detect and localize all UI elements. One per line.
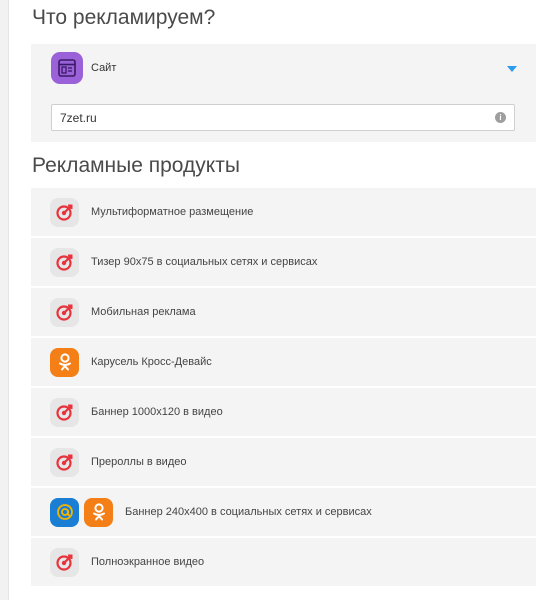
info-icon[interactable]: i [495,112,506,123]
product-item-mobile[interactable]: Мобильная реклама [31,288,536,338]
mail-at-icon [50,497,79,527]
target-icon [50,197,79,227]
target-icon [50,397,79,427]
product-label: Прероллы в видео [91,456,187,468]
product-item-preroll[interactable]: Прероллы в видео [31,438,536,488]
product-item-teaser[interactable]: Тизер 90x75 в социальных сетях и сервиса… [31,238,536,288]
object-type-selector[interactable]: Сайт [51,52,116,84]
site-icon [51,52,83,84]
product-label: Полноэкранное видео [91,556,205,568]
target-icon [50,547,79,577]
product-item-banner-video[interactable]: Баннер 1000x120 в видео [31,388,536,438]
url-input[interactable] [52,105,498,130]
product-label: Карусель Кросс-Девайс [91,356,212,368]
left-edge-rule [0,0,9,600]
product-item-multiformat[interactable]: Мультиформатное размещение [31,188,536,238]
odnoklassniki-icon [84,497,113,527]
section-title-products: Рекламные продукты [32,154,240,177]
dropdown-arrow-icon[interactable] [507,66,517,72]
product-item-banner-240[interactable]: Баннер 240x400 в социальных сетях и серв… [31,488,536,538]
product-label: Мультиформатное размещение [91,206,254,218]
what-advertise-card: Сайт i [31,44,536,142]
target-icon [50,297,79,327]
product-list: Мультиформатное размещение Тизер 90x75 в… [31,188,536,588]
odnoklassniki-icon [50,347,79,377]
product-label: Тизер 90x75 в социальных сетях и сервиса… [91,256,318,268]
target-icon [50,447,79,477]
section-title-what: Что рекламируем? [32,6,216,29]
url-field[interactable]: i [51,104,515,131]
product-item-fullscreen-video[interactable]: Полноэкранное видео [31,538,536,588]
product-label: Мобильная реклама [91,306,196,318]
product-label: Баннер 240x400 в социальных сетях и серв… [125,506,372,518]
target-icon [50,247,79,277]
product-label: Баннер 1000x120 в видео [91,406,223,418]
object-type-label: Сайт [91,62,117,74]
product-item-carousel[interactable]: Карусель Кросс-Девайс [31,338,536,388]
